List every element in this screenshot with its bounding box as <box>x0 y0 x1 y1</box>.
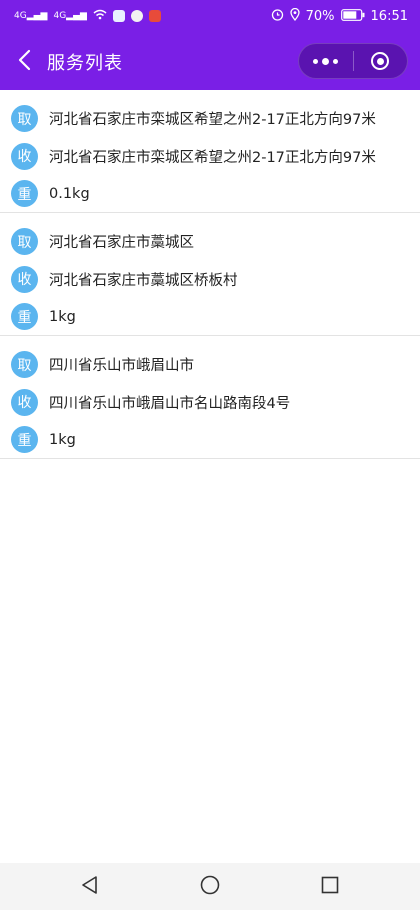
receive-badge: 收 <box>11 265 38 293</box>
service-list: 取 河北省石家庄市栾城区希望之州2-17正北方向97米 收 河北省石家庄市栾城区… <box>0 90 420 459</box>
triangle-back-icon <box>80 875 100 899</box>
receive-row: 收 河北省石家庄市栾城区希望之州2-17正北方向97米 <box>0 138 420 176</box>
app-notification-icon <box>148 10 161 22</box>
weight-value: 0.1kg <box>49 185 90 202</box>
pickup-address: 河北省石家庄市栾城区希望之州2-17正北方向97米 <box>49 112 376 129</box>
service-card[interactable]: 取 河北省石家庄市栾城区希望之州2-17正北方向97米 收 河北省石家庄市栾城区… <box>0 90 420 213</box>
pickup-row: 取 河北省石家庄市藁城区 <box>0 223 420 261</box>
receive-row: 收 四川省乐山市峨眉山市名山路南段4号 <box>0 384 420 422</box>
signal-icon: 4G▂▄▆ <box>53 11 87 21</box>
alarm-icon <box>271 8 284 25</box>
mini-program-capsule <box>298 43 408 79</box>
app-notification-icon <box>112 10 125 22</box>
more-button[interactable] <box>299 44 353 78</box>
weight-value: 1kg <box>49 431 76 448</box>
pickup-address: 四川省乐山市峨眉山市 <box>49 358 194 375</box>
weight-row: 重 1kg <box>0 421 420 459</box>
service-card[interactable]: 取 河北省石家庄市藁城区 收 河北省石家庄市藁城区桥板村 重 1kg <box>0 213 420 336</box>
system-home-button[interactable] <box>180 867 240 907</box>
weight-badge: 重 <box>11 426 38 454</box>
receive-badge: 收 <box>11 142 38 170</box>
pickup-badge: 取 <box>11 228 38 256</box>
pickup-row: 取 河北省石家庄市栾城区希望之州2-17正北方向97米 <box>0 100 420 138</box>
system-recents-button[interactable] <box>300 867 360 907</box>
weight-badge: 重 <box>11 303 38 331</box>
signal-label: 4G <box>14 11 27 21</box>
battery-percent: 70% <box>305 9 335 24</box>
signal-label: 4G <box>53 11 67 21</box>
weight-row: 重 1kg <box>0 298 420 336</box>
weight-value: 1kg <box>49 308 76 325</box>
pickup-address: 河北省石家庄市藁城区 <box>49 235 194 252</box>
nav-bar: 服务列表 <box>0 34 420 90</box>
wifi-icon <box>93 9 107 23</box>
more-icon <box>313 57 339 65</box>
receive-address: 河北省石家庄市藁城区桥板村 <box>49 272 238 289</box>
chevron-left-icon <box>17 49 31 75</box>
receive-row: 收 河北省石家庄市藁城区桥板村 <box>0 261 420 299</box>
status-bar: 4G▂▄▆ 4G▂▄▆ 70% 16:51 <box>0 0 420 34</box>
app-notification-icon <box>130 10 143 22</box>
circle-home-icon <box>200 875 220 899</box>
battery-icon <box>340 8 365 25</box>
receive-address: 河北省石家庄市栾城区希望之州2-17正北方向97米 <box>49 149 376 166</box>
system-back-button[interactable] <box>60 867 120 907</box>
pickup-badge: 取 <box>11 105 38 133</box>
clock-time: 16:51 <box>370 9 408 24</box>
signal-icon: 4G▂▄▆ <box>14 11 48 21</box>
receive-badge: 收 <box>11 388 38 416</box>
location-icon <box>289 7 300 25</box>
service-card[interactable]: 取 四川省乐山市峨眉山市 收 四川省乐山市峨眉山市名山路南段4号 重 1kg <box>0 336 420 459</box>
pickup-badge: 取 <box>11 351 38 379</box>
target-icon <box>371 52 390 70</box>
weight-badge: 重 <box>11 180 38 208</box>
square-recents-icon <box>321 876 339 898</box>
close-mini-program-button[interactable] <box>354 44 408 78</box>
system-navigation-bar <box>0 863 420 910</box>
back-button[interactable] <box>10 46 38 78</box>
page-title: 服务列表 <box>47 53 123 74</box>
receive-address: 四川省乐山市峨眉山市名山路南段4号 <box>49 395 291 412</box>
weight-row: 重 0.1kg <box>0 175 420 213</box>
pickup-row: 取 四川省乐山市峨眉山市 <box>0 346 420 384</box>
